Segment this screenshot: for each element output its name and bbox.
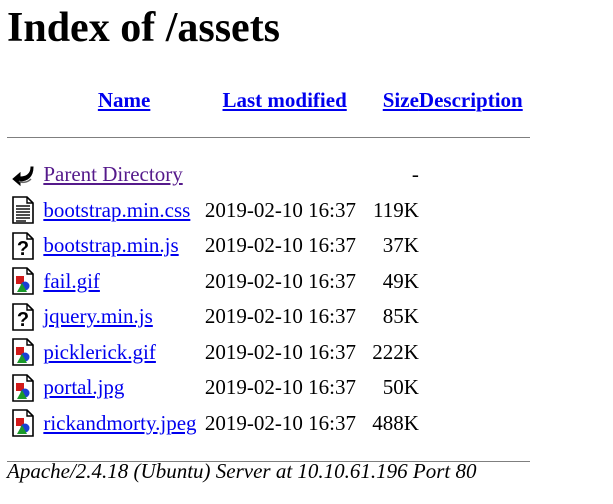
size-cell: 49K — [382, 268, 419, 293]
size-cell: 488K — [372, 410, 419, 435]
table-row: rickandmorty.jpeg 2019-02-10 16:37 488K — [7, 406, 530, 442]
unknown-file-icon: ? — [11, 303, 35, 331]
header-row: Name Last modified Size Description — [7, 83, 530, 117]
last-modified-cell: 2019-02-10 16:37 — [204, 339, 356, 364]
image-file-icon — [11, 409, 35, 438]
sort-by-last-modified-link[interactable]: Last modified — [223, 88, 347, 112]
file-link[interactable]: portal.jpg — [43, 375, 124, 399]
back-icon — [11, 161, 35, 189]
size-cell: 222K — [372, 339, 419, 364]
file-link[interactable]: jquery.min.js — [43, 304, 152, 328]
sort-by-size-link[interactable]: Size — [383, 88, 419, 112]
table-row: ? jquery.min.js 2019-02-10 16:37 85K — [7, 299, 530, 335]
last-modified-cell: 2019-02-10 16:37 — [204, 197, 356, 222]
size-cell: 85K — [382, 304, 419, 329]
unknown-file-icon: ? — [11, 232, 35, 260]
server-signature: Apache/2.4.18 (Ubuntu) Server at 10.10.6… — [7, 459, 477, 483]
file-link[interactable]: bootstrap.min.js — [43, 233, 178, 257]
top-divider — [7, 136, 530, 138]
last-modified-column-header[interactable]: Last modified — [205, 83, 365, 117]
file-link[interactable]: fail.gif — [43, 269, 100, 293]
text-file-icon — [11, 196, 35, 225]
size-cell: 37K — [382, 233, 419, 258]
table-row: ? bootstrap.min.js 2019-02-10 16:37 37K — [7, 228, 530, 264]
table-row: picklerick.gif 2019-02-10 16:37 222K — [7, 335, 530, 371]
description-cell — [419, 299, 530, 335]
last-modified-cell: 2019-02-10 16:37 — [204, 375, 356, 400]
description-cell — [419, 264, 530, 300]
last-modified-cell: 2019-02-10 16:37 — [204, 304, 356, 329]
icon-header — [7, 83, 43, 117]
separator-row — [7, 117, 530, 157]
svg-text:?: ? — [17, 238, 29, 260]
image-file-icon — [11, 267, 35, 296]
description-column-header[interactable]: Description — [419, 83, 530, 117]
name-column-header[interactable]: Name — [43, 83, 205, 117]
image-file-icon — [11, 338, 35, 367]
file-link[interactable]: picklerick.gif — [43, 340, 156, 364]
size-cell: 119K — [373, 197, 419, 222]
last-modified-cell: 2019-02-10 16:37 — [204, 233, 356, 258]
file-listing-table: Name Last modified Size Description Pare… — [7, 83, 530, 481]
file-rows: Parent Directory - bootstrap.min.css 2019-0… — [7, 157, 530, 441]
svg-text:?: ? — [17, 309, 29, 331]
description-cell — [419, 406, 530, 442]
parent-directory-link[interactable]: Parent Directory — [43, 162, 182, 186]
sort-by-name-link[interactable]: Name — [98, 88, 150, 112]
table-row: Parent Directory - — [7, 157, 530, 193]
image-file-icon — [11, 374, 35, 402]
file-link[interactable]: rickandmorty.jpeg — [43, 411, 196, 435]
size-column-header[interactable]: Size — [364, 83, 419, 117]
size-cell: - — [411, 162, 419, 187]
last-modified-cell: 2019-02-10 16:37 — [204, 268, 356, 293]
description-cell — [419, 370, 530, 406]
last-modified-cell: 2019-02-10 16:37 — [204, 410, 356, 435]
sort-by-description-link[interactable]: Description — [419, 88, 523, 112]
table-row: fail.gif 2019-02-10 16:37 49K — [7, 264, 530, 300]
last-modified-cell — [205, 157, 365, 193]
description-cell — [419, 193, 530, 229]
page-title: Index of /assets — [7, 5, 281, 51]
table-row: portal.jpg 2019-02-10 16:37 50K — [7, 370, 530, 406]
description-cell — [419, 335, 530, 371]
size-cell: 50K — [382, 375, 419, 400]
description-cell — [419, 157, 530, 193]
description-cell — [419, 228, 530, 264]
file-link[interactable]: bootstrap.min.css — [43, 198, 190, 222]
table-row: bootstrap.min.css 2019-02-10 16:37 119K — [7, 193, 530, 229]
